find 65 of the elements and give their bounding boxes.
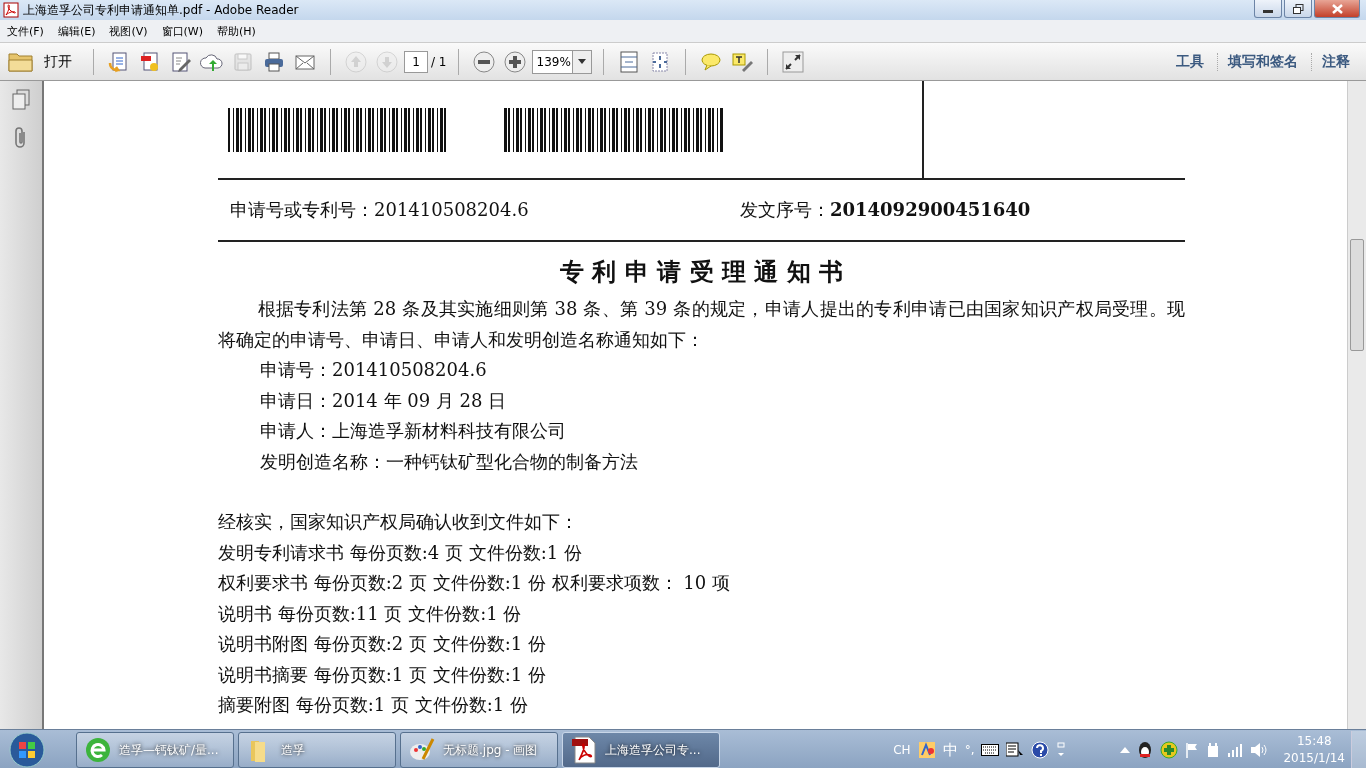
file-line: 说明书附图 每份页数:2 页 文件份数:1 份 — [218, 632, 547, 656]
pdf-file-icon — [571, 736, 597, 764]
file-line: 说明书 每份页数:11 页 文件份数:1 份 — [218, 601, 523, 626]
caret-icon — [577, 59, 586, 64]
menu-item[interactable]: 文件(F) — [0, 23, 51, 39]
page-number-field[interactable]: 1 — [404, 50, 428, 73]
detail-line: 申请人：上海造孚新材料科技有限公司 — [259, 419, 567, 443]
pages-icon[interactable] — [11, 89, 31, 111]
serial-number: 发文序号：2014092900451640 — [740, 198, 1031, 222]
application-number: 申请号或专利号：201410508204.6 — [229, 198, 530, 222]
confirmation-line: 经核实，国家知识产权局确认收到文件如下： — [218, 510, 579, 534]
menu-item[interactable]: 窗口(W) — [154, 23, 211, 39]
menu-item[interactable]: 帮助(H) — [210, 23, 263, 39]
diagonal-arrows-icon — [780, 49, 805, 74]
maximize-button[interactable] — [1284, 0, 1312, 18]
window-title: 上海造孚公司专利申请通知单.pdf - Adobe Reader — [23, 1, 300, 19]
file-line: 发明专利请求书 每份页数:4 页 文件份数:1 份 — [218, 540, 583, 565]
signal-bars-icon[interactable] — [1227, 743, 1244, 757]
minimize-button[interactable] — [1254, 0, 1282, 18]
options-caret-icon[interactable] — [1056, 742, 1067, 758]
page-total: / 1 — [431, 54, 447, 69]
barcode-icon — [504, 107, 724, 152]
penguin-icon[interactable] — [1137, 741, 1154, 759]
help-icon[interactable] — [1031, 741, 1050, 759]
file-line: 说明书摘要 每份页数:1 页 文件份数:1 份 — [218, 662, 547, 687]
detail-line: 申请号：201410508204.6 — [259, 358, 488, 382]
file-line: 摘要附图 每份页数:1 页 文件份数:1 份 — [218, 693, 529, 717]
pdf-app-icon — [3, 2, 19, 18]
menu-item[interactable]: 视图(V) — [102, 23, 155, 39]
speaker-icon[interactable] — [1250, 742, 1269, 758]
browser-e-icon — [85, 737, 111, 763]
document-title: 专 利 申 请 受 理 通 知 书 — [559, 257, 844, 288]
restore-icon — [1292, 3, 1304, 14]
pencil-document-icon — [169, 49, 193, 74]
document-cursor-icon[interactable] — [1006, 742, 1025, 758]
detail-line: 发明创造名称：一种钙钛矿型化合物的制备方法 — [259, 449, 639, 474]
paint-palette-icon — [409, 737, 435, 763]
printer-icon — [262, 49, 286, 74]
flag-icon[interactable] — [1185, 742, 1200, 758]
close-button[interactable] — [1314, 0, 1360, 18]
keyboard-icon[interactable] — [981, 744, 1000, 756]
zoom-field[interactable]: 139% — [531, 49, 572, 74]
folder-icon — [8, 50, 34, 73]
intro-paragraph: 根据专利法第 28 条及其实施细则第 38 条、第 39 条的规定，申请人提出的专利申请已由国家知识产权局受理。现将确定的申请号、申请日、申请人和发明创造名称通知如下： — [218, 297, 1185, 352]
clock-date: 2015/1/14 — [1283, 750, 1345, 767]
open-button[interactable]: 打开 — [6, 48, 82, 75]
dropdown-button[interactable] — [571, 49, 592, 74]
taskbar-button[interactable]: 上海造孚公司专... — [562, 732, 720, 768]
file-line: 权利要求书 每份页数:2 页 文件份数:1 份 权利要求项数： 10 项 — [218, 571, 731, 595]
start-button[interactable] — [6, 731, 48, 768]
menu-item[interactable]: 编辑(E) — [50, 23, 103, 39]
minus-icon — [471, 49, 496, 74]
barcode-icon — [228, 107, 449, 152]
scroll-thumb[interactable] — [1350, 239, 1364, 351]
input-method-icon[interactable] — [917, 741, 936, 759]
up-caret-icon[interactable] — [1120, 747, 1131, 753]
pane-link[interactable]: 填写和签名 — [1217, 52, 1308, 71]
clock-time: 15:48 — [1296, 733, 1332, 750]
plus-icon — [502, 49, 527, 74]
close-icon — [1331, 3, 1343, 14]
plus-circle-icon[interactable] — [1160, 741, 1179, 759]
windows-orb-icon — [9, 732, 45, 768]
detail-line: 申请日：2014 年 09 月 28 日 — [259, 388, 508, 413]
pane-link[interactable]: 工具 — [1166, 52, 1214, 71]
pane-link[interactable]: 注释 — [1311, 52, 1360, 71]
